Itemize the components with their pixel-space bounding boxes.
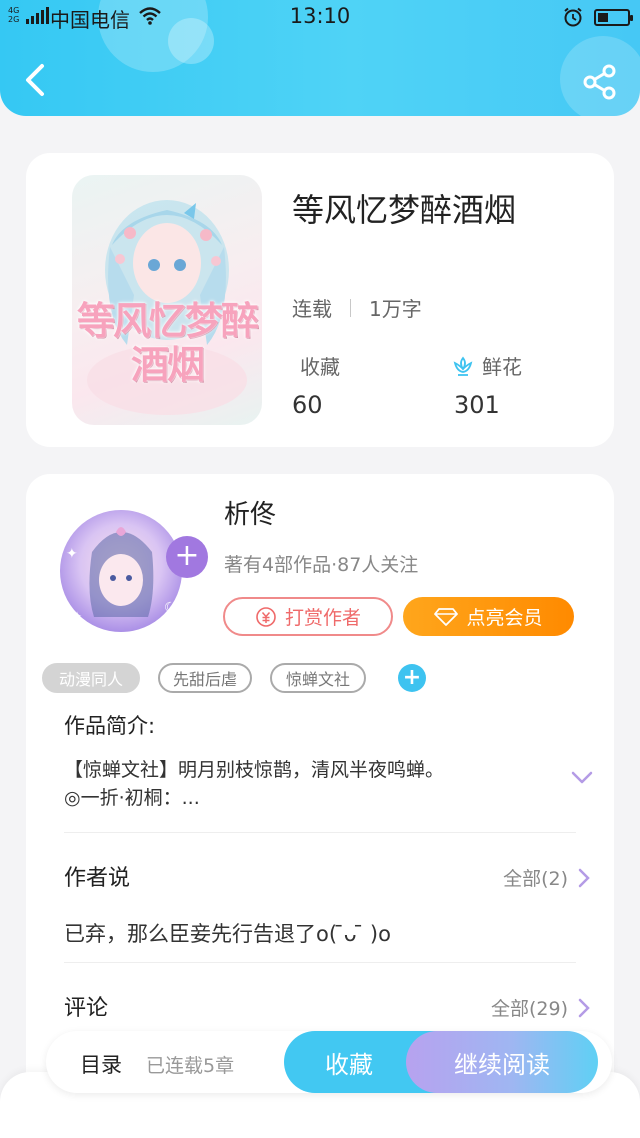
- chevron-right-icon: [578, 998, 590, 1017]
- author-avatar[interactable]: ✦ ✦ ☾ +: [52, 492, 208, 642]
- vip-label: 点亮会员: [466, 607, 543, 629]
- divider: [64, 962, 576, 963]
- author-says-text: 已弃，那么臣妾先行告退了o( ̄ᴗ ̄ )o: [64, 922, 391, 946]
- meta-divider: [350, 298, 351, 317]
- tag-item[interactable]: 惊蝉文社: [270, 663, 366, 693]
- chevron-right-icon: [578, 868, 590, 887]
- author-says-more[interactable]: 全部(2): [503, 864, 590, 891]
- author-says-count: 全部(2): [503, 868, 568, 890]
- bottom-action-bar: 目录 已连载5章 收藏 继续阅读: [46, 1031, 612, 1093]
- flower-icon: [453, 356, 473, 376]
- reward-author-button[interactable]: 打赏作者: [223, 597, 393, 636]
- comments-more[interactable]: 全部(29): [491, 994, 590, 1021]
- author-name[interactable]: 析佟: [224, 494, 276, 531]
- favorites-stat-label: 收藏: [300, 351, 340, 380]
- continue-reading-label: 继续阅读: [454, 1050, 550, 1079]
- chevron-down-icon[interactable]: [570, 770, 594, 786]
- vip-button[interactable]: 点亮会员: [403, 597, 574, 636]
- book-cover[interactable]: 等风忆梦醉酒烟: [72, 175, 262, 425]
- chapter-count: 已连载5章: [146, 1055, 235, 1077]
- favorites-label: 收藏: [300, 355, 340, 379]
- favorite-label: 收藏: [325, 1050, 373, 1079]
- svg-text:☾: ☾: [164, 600, 177, 616]
- battery-icon: [594, 9, 633, 26]
- back-icon[interactable]: [20, 60, 50, 100]
- tag-item[interactable]: 动漫同人: [42, 663, 140, 693]
- cover-title-art: 等风忆梦醉酒烟: [76, 298, 259, 387]
- continue-reading-button[interactable]: 继续阅读: [406, 1031, 598, 1093]
- comments-title: 评论: [64, 996, 109, 1021]
- share-icon[interactable]: [582, 64, 618, 100]
- divider: [64, 832, 576, 833]
- add-tag-button[interactable]: +: [398, 664, 426, 692]
- svg-text:✦: ✦: [66, 546, 78, 562]
- comments-count: 全部(29): [490, 998, 568, 1020]
- tag-item[interactable]: 先甜后虐: [158, 663, 252, 693]
- reward-label: 打赏作者: [284, 607, 361, 629]
- svg-text:✦: ✦: [72, 609, 82, 623]
- word-count: 1万字: [369, 297, 422, 321]
- clock: 13:10: [289, 4, 351, 28]
- book-info-card: 等风忆梦醉酒烟 等风忆梦醉酒烟 连载 1万字 收藏 60 鲜花 301: [26, 153, 614, 447]
- diamond-icon: [434, 607, 459, 626]
- intro-text[interactable]: 【惊蝉文社】明月别枝惊鹊，清风半夜鸣蝉。 ◎一折·初桐：...: [64, 756, 544, 812]
- follow-author-button[interactable]: +: [166, 536, 208, 578]
- status-bar: 4G 2G 中国电信 13:10: [0, 0, 640, 36]
- intro-line: ◎一折·初桐：...: [64, 787, 200, 809]
- book-status: 连载: [292, 297, 332, 321]
- header-bar: 4G 2G 中国电信 13:10: [0, 0, 640, 116]
- alarm-icon: [564, 7, 582, 27]
- intro-label: 作品简介:: [64, 714, 156, 738]
- book-title: 等风忆梦醉酒烟: [292, 191, 517, 229]
- coin-icon: [256, 606, 276, 627]
- book-meta: 连载 1万字: [292, 293, 422, 322]
- flowers-label: 鲜花: [482, 355, 522, 379]
- flowers-count: 301: [454, 391, 500, 419]
- author-stats: 著有4部作品·87人关注: [224, 554, 419, 576]
- flowers-stat-label[interactable]: 鲜花: [452, 351, 522, 380]
- intro-line: 【惊蝉文社】明月别枝惊鹊，清风半夜鸣蝉。: [64, 759, 445, 781]
- author-says-title: 作者说: [64, 866, 131, 891]
- favorites-count: 60: [292, 391, 323, 419]
- table-of-contents-button[interactable]: 目录: [80, 1049, 122, 1079]
